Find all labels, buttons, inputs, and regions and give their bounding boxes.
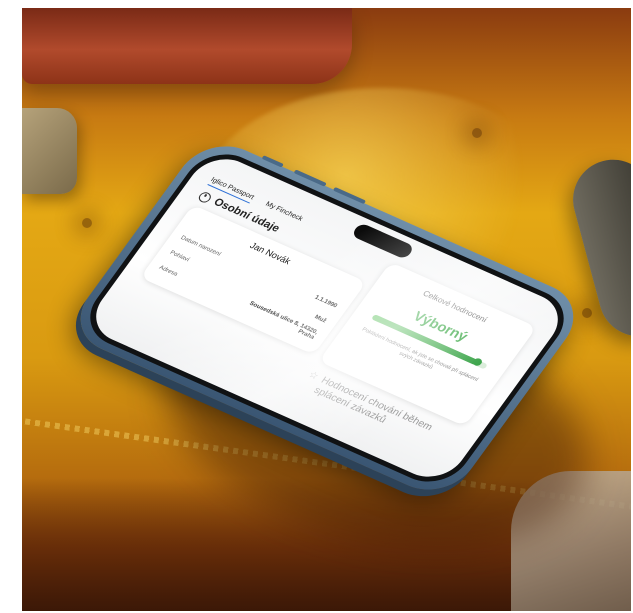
- row-value-birthdate: 1.1.1990: [313, 294, 339, 310]
- red-pillow: [22, 8, 352, 84]
- row-value-gender: Muž: [313, 314, 328, 325]
- blanket: [22, 108, 77, 194]
- photo-scene: Iglico Passport My Fincheck Osobní údaje…: [22, 8, 631, 611]
- star-icon: ☆: [305, 369, 321, 383]
- cushion-tuft: [82, 218, 92, 228]
- dynamic-island: [350, 222, 416, 260]
- row-label-address: Adresa: [157, 264, 179, 278]
- row-label-gender: Pohlaví: [168, 250, 191, 264]
- cushion-tuft: [472, 128, 482, 138]
- row-label-birthdate: Datum narození: [179, 235, 222, 258]
- person-name: Jan Novák: [247, 240, 293, 267]
- row-value-address: Sousedská ulice 8, 14320, Praha: [247, 300, 319, 341]
- person-icon: [196, 190, 214, 204]
- personal-info-card: Jan Novák Datum narození 1.1.1990 Pohlav…: [140, 204, 367, 355]
